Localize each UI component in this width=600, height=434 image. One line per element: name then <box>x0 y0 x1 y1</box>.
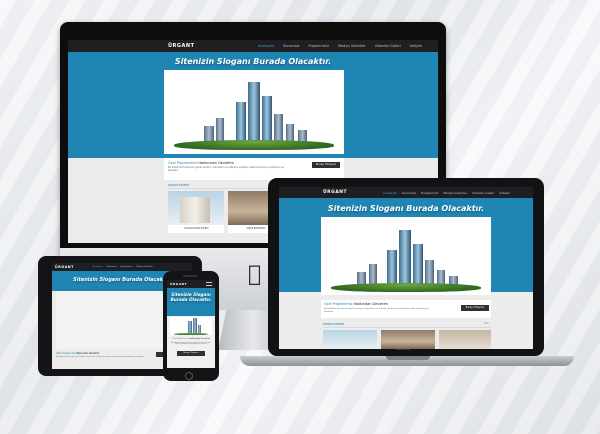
navbar: ÜRGANT Anasayfa Kurumsal Projelerimiz Me… <box>279 187 533 198</box>
intro-button[interactable]: Bunayı Tıklayınız <box>461 305 489 311</box>
navbar: ÜRGANT Anasayfa Kurumsal Projelerimiz Me… <box>68 40 438 52</box>
nav-item-home[interactable]: Anasayfa <box>383 191 397 195</box>
intro-title-accent: Özel Projelerimiz <box>56 352 76 355</box>
nav-item-home[interactable]: Anasayfa <box>258 44 274 48</box>
project-card[interactable] <box>323 330 377 349</box>
site-logo[interactable]: ÜRGANT <box>323 190 383 195</box>
intro-text: Bu bölümde firmamızın genel tanıtımı, hi… <box>324 308 430 313</box>
phone-home-button <box>185 372 193 380</box>
intro-title-row: Özel Projelerimiz Hakkından Devletim <box>56 352 99 355</box>
nav-item-videos[interactable]: Videolar Galeri <box>375 44 401 48</box>
hero-photo <box>164 70 344 154</box>
hero-slogan: Sitenizin Sloganı Burada Olacaktır. <box>170 292 212 303</box>
menu-icon[interactable] <box>206 282 212 286</box>
nav-item-contact[interactable]: İletişim <box>499 191 510 195</box>
hero-slogan: Sitenizin Sloganı Burada Olacaktır. <box>174 57 332 66</box>
nav-item-contact[interactable]: İletişim <box>410 44 423 48</box>
macbook-notch <box>386 356 430 360</box>
project-card[interactable] <box>381 330 435 349</box>
site-logo[interactable]: ÜRGANT <box>168 43 258 49</box>
hero-slogan: Sitenizin Sloganı Burada Olacaktır. <box>327 204 485 213</box>
project-card[interactable] <box>439 330 491 349</box>
intro-text: Bu bölümde firmamızın genel tanıtımı, hi… <box>168 166 285 172</box>
intro-title: Hakkından Devletim <box>189 338 210 340</box>
project-card-label: YILDIZAN PARK EVLERİ <box>183 227 209 230</box>
projects-title: PROJELERİMİZ <box>323 322 345 326</box>
intro-title-accent: Özel Projelerimiz <box>172 338 189 340</box>
site-logo[interactable]: ÜRGANT <box>170 282 187 286</box>
nav-item-corporate[interactable]: Kurumsal <box>402 191 416 195</box>
phone-speaker <box>183 275 197 277</box>
nav-item-media[interactable]: Medya Galeriler <box>136 266 152 268</box>
intro-button[interactable]: Bunayı Tıklayınız <box>177 351 205 356</box>
intro-title: Hakkından Devletim <box>198 161 234 165</box>
intro-title: Hakkından Devletim <box>75 352 100 355</box>
projects-title: PROJELERİMİZ <box>168 183 190 187</box>
project-card[interactable]: YILDIZAN PARK EVLERİ <box>168 191 224 233</box>
nav-item-media[interactable]: Medya Galeriler <box>443 191 467 195</box>
navbar: ÜRGANT <box>167 280 215 288</box>
intro-title-accent: Özel Projelerimiz <box>168 161 198 165</box>
nav-item-projects[interactable]: Projelerimiz <box>421 191 439 195</box>
nav-menu: Anasayfa Kurumsal Projelerimiz Medya Gal… <box>258 44 422 48</box>
intro-text: Bu bölümde firmamızın genel tanıtımı, hi… <box>56 357 145 358</box>
nav-item-videos[interactable]: Videolar Galeri <box>472 191 494 195</box>
projects-more-link[interactable]: Tüm <box>484 322 489 325</box>
apple-logo-icon:  <box>248 262 261 287</box>
nav-menu: Anasayfa Kurumsal Projelerimiz Medya Gal… <box>383 191 510 195</box>
macbook-screen: ÜRGANT Anasayfa Kurumsal Projelerimiz Me… <box>279 187 533 349</box>
nav-item-home[interactable]: Anasayfa <box>93 266 103 268</box>
nav-item-corporate[interactable]: Kurumsal <box>107 266 117 268</box>
nav-item-projects[interactable]: Projelerimiz <box>309 44 329 48</box>
nav-menu: Anasayfa Kurumsal Projelerimiz Medya Gal… <box>93 266 153 268</box>
hero-photo <box>321 217 491 295</box>
intro-button[interactable]: Bunayı Tıklayınız <box>312 162 340 168</box>
intro-title-accent: Özel Projelerimiz <box>324 302 353 306</box>
site-logo[interactable]: ÜRGANT <box>55 265 93 269</box>
intro-title: Hakkından Devletim <box>353 302 388 306</box>
hero-photo <box>170 317 212 335</box>
nav-item-media[interactable]: Medya Galeriler <box>338 44 366 48</box>
intro-text: Bu bölümde firmamızın genel tanıtımı, hi… <box>171 343 211 345</box>
navbar: ÜRGANT Anasayfa Kurumsal Projelerimiz Me… <box>52 263 192 271</box>
nav-item-corporate[interactable]: Kurumsal <box>283 44 299 48</box>
nav-item-projects[interactable]: Projelerimiz <box>120 266 132 268</box>
hero-banner: Sitenizin Sloganı Burada Olacaktır. <box>167 288 215 316</box>
phone-screen: ÜRGANT Sitenizin Sloganı Burada Olacaktı… <box>167 280 215 368</box>
intro-title-row: Özel Projelerimiz Hakkından Devletim <box>170 338 212 340</box>
